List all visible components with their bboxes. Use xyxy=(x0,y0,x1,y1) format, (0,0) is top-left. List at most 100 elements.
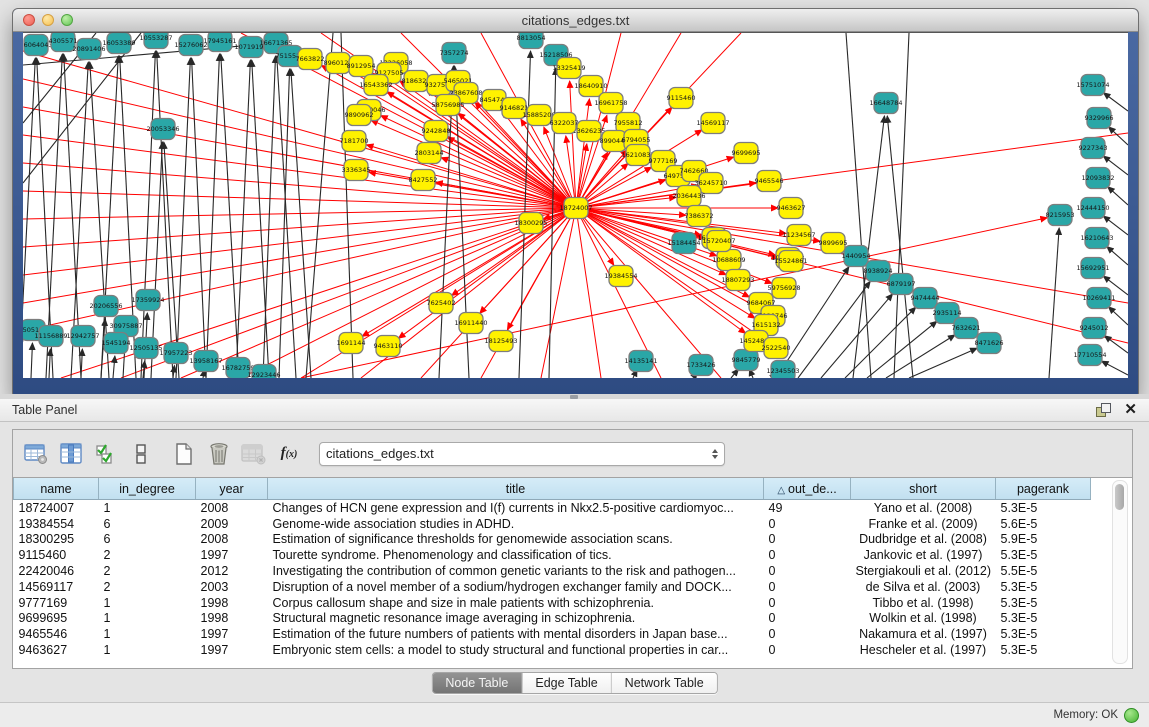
cell-in_degree[interactable]: 1 xyxy=(99,595,196,611)
tab-node-table[interactable]: Node Table xyxy=(432,673,521,693)
cell-short[interactable]: Nakamura et al. (1997) xyxy=(851,626,996,642)
graph-node[interactable]: 9245012 xyxy=(1080,318,1109,339)
cell-year[interactable]: 1998 xyxy=(196,595,268,611)
graph-node[interactable]: 9899695 xyxy=(819,233,848,254)
cell-pagerank[interactable]: 5.3E-5 xyxy=(996,579,1091,595)
graph-node[interactable]: 9242848 xyxy=(422,121,451,142)
cell-pagerank[interactable]: 5.9E-5 xyxy=(996,532,1091,548)
cell-short[interactable]: Tibbo et al. (1998) xyxy=(851,595,996,611)
cell-out_degree[interactable]: 0 xyxy=(764,579,851,595)
cell-in_degree[interactable]: 2 xyxy=(99,563,196,579)
cell-out_degree[interactable]: 0 xyxy=(764,532,851,548)
graph-node[interactable]: 10269411 xyxy=(1082,288,1115,309)
cell-title[interactable]: Structural magnetic resonance image aver… xyxy=(268,611,764,627)
new-column-button[interactable] xyxy=(171,441,197,467)
graph-node[interactable]: 8938924 xyxy=(864,261,893,282)
cell-pagerank[interactable]: 5.3E-5 xyxy=(996,626,1091,642)
cell-in_degree[interactable]: 1 xyxy=(99,642,196,658)
network-canvas[interactable]: 2606404343055712089140616053389105532871… xyxy=(23,32,1128,378)
cell-title[interactable]: Estimation of significance thresholds fo… xyxy=(268,532,764,548)
graph-node[interactable]: 20053346 xyxy=(146,119,179,140)
column-header-pagerank[interactable]: pagerank xyxy=(996,478,1091,500)
graph-node[interactable]: 16210643 xyxy=(1080,228,1113,249)
table-source-dropdown[interactable]: citations_edges.txt xyxy=(319,442,725,466)
cell-short[interactable]: Wolkin et al. (1998) xyxy=(851,611,996,627)
graph-node[interactable]: 9465546 xyxy=(755,171,784,192)
graph-node[interactable]: 58756985 xyxy=(431,95,464,116)
graph-edge[interactable] xyxy=(306,33,333,378)
cell-name[interactable]: 22420046 xyxy=(14,563,99,579)
graph-node[interactable]: 14569117 xyxy=(696,113,729,134)
graph-edge[interactable] xyxy=(576,99,589,208)
graph-node[interactable]: 17359924 xyxy=(131,290,164,311)
window-titlebar[interactable]: citations_edges.txt xyxy=(13,9,1138,32)
graph-node[interactable]: 12942757 xyxy=(66,326,99,347)
graph-node[interactable]: 19384554 xyxy=(604,266,637,287)
cell-short[interactable]: Stergiakouli et al. (2012) xyxy=(851,563,996,579)
graph-node[interactable]: 7386372 xyxy=(685,206,714,227)
graph-node[interactable]: 9845779 xyxy=(732,350,761,371)
cell-name[interactable]: 9463627 xyxy=(14,642,99,658)
graph-node[interactable]: 16911440 xyxy=(454,313,487,334)
table-row[interactable]: 977716911998Corpus callosum shape and si… xyxy=(14,595,1091,611)
graph-edge[interactable] xyxy=(909,348,977,378)
memory-ok-indicator[interactable] xyxy=(1124,708,1139,723)
close-panel-icon[interactable]: ✕ xyxy=(1124,403,1137,417)
graph-node[interactable]: 8215953 xyxy=(1046,205,1075,226)
zoom-window-button[interactable] xyxy=(61,14,73,26)
cell-year[interactable]: 2008 xyxy=(196,500,268,516)
graph-edge[interactable] xyxy=(1102,361,1128,375)
table-row[interactable]: 946362711997Embryonic stem cells: a mode… xyxy=(14,642,1091,658)
table-options-button[interactable] xyxy=(23,441,49,467)
cell-year[interactable]: 1997 xyxy=(196,642,268,658)
cell-year[interactable]: 2003 xyxy=(196,579,268,595)
graph-edge[interactable] xyxy=(576,208,1128,343)
graph-node[interactable]: 15751074 xyxy=(1076,75,1109,96)
graph-node[interactable]: 7663822 xyxy=(296,49,325,70)
cell-short[interactable]: Hescheler et al. (1997) xyxy=(851,642,996,658)
graph-edge[interactable] xyxy=(1104,336,1128,353)
cell-name[interactable]: 9465546 xyxy=(14,626,99,642)
graph-node[interactable]: 11234567 xyxy=(782,225,815,246)
cell-out_degree[interactable]: 0 xyxy=(764,642,851,658)
graph-node[interactable]: 9890962 xyxy=(345,105,374,126)
cell-in_degree[interactable]: 1 xyxy=(99,500,196,516)
graph-node[interactable]: 16961758 xyxy=(594,93,627,114)
table-row[interactable]: 2242004622012Investigating the contribut… xyxy=(14,563,1091,579)
cell-title[interactable]: Genome-wide association studies in ADHD. xyxy=(268,516,764,532)
graph-node[interactable]: 8427552 xyxy=(409,170,438,191)
graph-edge[interactable] xyxy=(113,356,115,378)
cell-short[interactable]: Franke et al. (2009) xyxy=(851,516,996,532)
delete-column-trash-button[interactable] xyxy=(206,441,232,467)
graph-node[interactable]: 9699695 xyxy=(732,143,761,164)
graph-node[interactable]: 8471626 xyxy=(975,333,1004,354)
cell-short[interactable]: Yano et al. (2008) xyxy=(851,500,996,516)
table-row[interactable]: 1830029562008Estimation of significance … xyxy=(14,532,1091,548)
column-header-name[interactable]: name xyxy=(14,478,99,500)
select-rows-checkbox-button[interactable] xyxy=(93,441,119,467)
cell-out_degree[interactable]: 0 xyxy=(764,563,851,579)
graph-edge[interactable] xyxy=(1049,228,1059,378)
cell-in_degree[interactable]: 1 xyxy=(99,626,196,642)
cell-name[interactable]: 14569117 xyxy=(14,579,99,595)
cell-out_degree[interactable]: 49 xyxy=(764,500,851,516)
cell-pagerank[interactable]: 5.5E-5 xyxy=(996,563,1091,579)
cell-pagerank[interactable]: 5.3E-5 xyxy=(996,611,1091,627)
graph-node[interactable]: 9329966 xyxy=(1085,108,1114,129)
graph-node[interactable]: 7357274 xyxy=(440,43,469,64)
graph-node[interactable]: 1545194 xyxy=(102,333,131,354)
graph-edge[interactable] xyxy=(441,158,576,208)
graph-edge[interactable] xyxy=(252,60,269,378)
cell-title[interactable]: Corpus callosum shape and size in male p… xyxy=(268,595,764,611)
graph-edge[interactable] xyxy=(1107,247,1128,265)
graph-node[interactable]: 7181700 xyxy=(340,131,369,152)
graph-node[interactable]: 8813054 xyxy=(517,32,546,49)
graph-node[interactable]: 16053389 xyxy=(102,33,135,54)
close-window-button[interactable] xyxy=(23,14,35,26)
graph-edge[interactable] xyxy=(846,33,871,378)
column-header-short[interactable]: short xyxy=(851,478,996,500)
cell-out_degree[interactable]: 0 xyxy=(764,626,851,642)
graph-node[interactable]: 18724007 xyxy=(559,198,592,219)
graph-node[interactable]: 14135141 xyxy=(624,351,657,372)
graph-node[interactable]: 6879197 xyxy=(887,274,916,295)
